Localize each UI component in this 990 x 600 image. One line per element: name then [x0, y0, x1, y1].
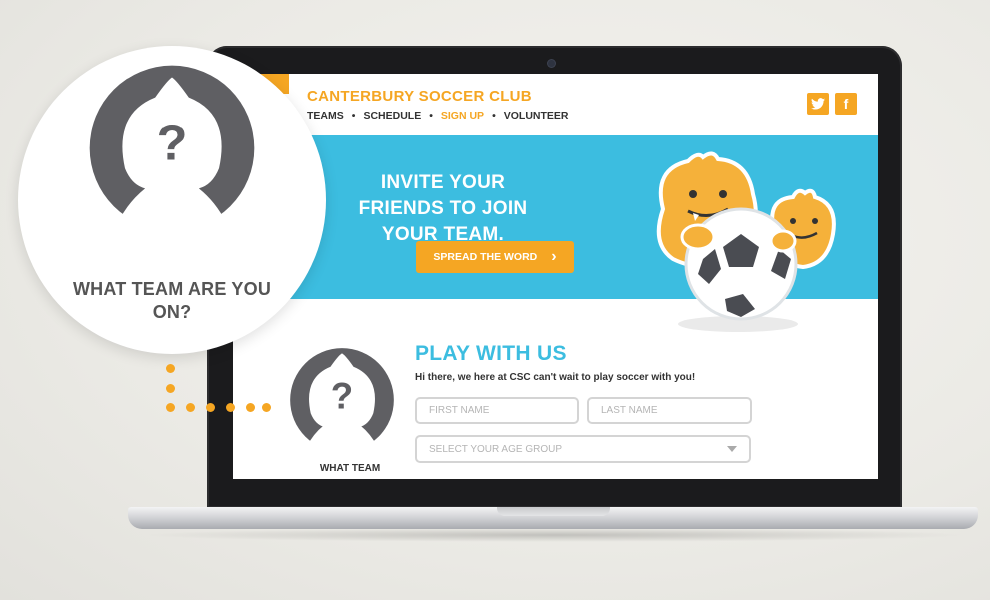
- signup-title: PLAY WITH US: [415, 342, 567, 365]
- age-group-select[interactable]: SELECT YOUR AGE GROUP: [415, 435, 751, 463]
- first-name-input[interactable]: [415, 397, 579, 424]
- connector-dot: [246, 403, 255, 412]
- facebook-icon[interactable]: f: [835, 93, 857, 115]
- nav-separator: •: [492, 110, 496, 122]
- dropdown-arrow-icon: [727, 446, 737, 452]
- website-screen: CANTERBURY SOCCER CLUB TEAMS • SCHEDULE …: [233, 74, 878, 479]
- connector-dot: [166, 403, 175, 412]
- nav-separator: •: [429, 110, 433, 122]
- connector-dot: [166, 384, 175, 393]
- twitter-icon[interactable]: [807, 93, 829, 115]
- team-avatar[interactable]: ?: [288, 346, 396, 459]
- what-team-callout: ? WHAT TEAM ARE YOU ON?: [18, 46, 326, 354]
- banner-headline: INVITE YOUR FRIENDS TO JOIN YOUR TEAM.: [358, 172, 528, 245]
- mascots-illustration: [656, 151, 836, 332]
- question-mark-icon: ?: [157, 114, 188, 171]
- signup-intro: Hi there, we here at CSC can't wait to p…: [415, 372, 696, 383]
- spread-the-word-button[interactable]: SPREAD THE WORD ›: [416, 241, 574, 273]
- nav-item-volunteer[interactable]: VOLUNTEER: [504, 110, 569, 122]
- connector-dot: [262, 403, 271, 412]
- webcam: [548, 60, 555, 67]
- question-mark-icon: ?: [331, 376, 353, 417]
- nav-item-sign-up[interactable]: SIGN UP: [441, 110, 484, 122]
- connector-dot: [226, 403, 235, 412]
- callout-text: WHAT TEAM ARE YOU ON?: [72, 279, 272, 322]
- nav-item-schedule[interactable]: SCHEDULE: [363, 110, 421, 122]
- chevron-right-icon: ›: [551, 248, 557, 265]
- connector-dot: [186, 403, 195, 412]
- callout-avatar: ?: [88, 64, 256, 237]
- main-nav: TEAMS • SCHEDULE • SIGN UP • VOLUNTEER: [307, 110, 569, 122]
- invite-banner: INVITE YOUR FRIENDS TO JOIN YOUR TEAM. S…: [233, 135, 878, 332]
- connector-dot: [166, 364, 175, 373]
- nav-separator: •: [351, 110, 356, 122]
- nav-item-teams[interactable]: TEAMS: [307, 110, 344, 122]
- connector-dot: [206, 403, 215, 412]
- cta-label: SPREAD THE WORD: [433, 251, 538, 263]
- age-group-placeholder: SELECT YOUR AGE GROUP: [429, 443, 563, 455]
- club-name[interactable]: CANTERBURY SOCCER CLUB: [307, 88, 532, 105]
- laptop-shadow: [140, 528, 970, 542]
- laptop-notch: [497, 507, 610, 516]
- last-name-input[interactable]: [587, 397, 752, 424]
- team-avatar-label: WHAT TEAM: [319, 463, 381, 474]
